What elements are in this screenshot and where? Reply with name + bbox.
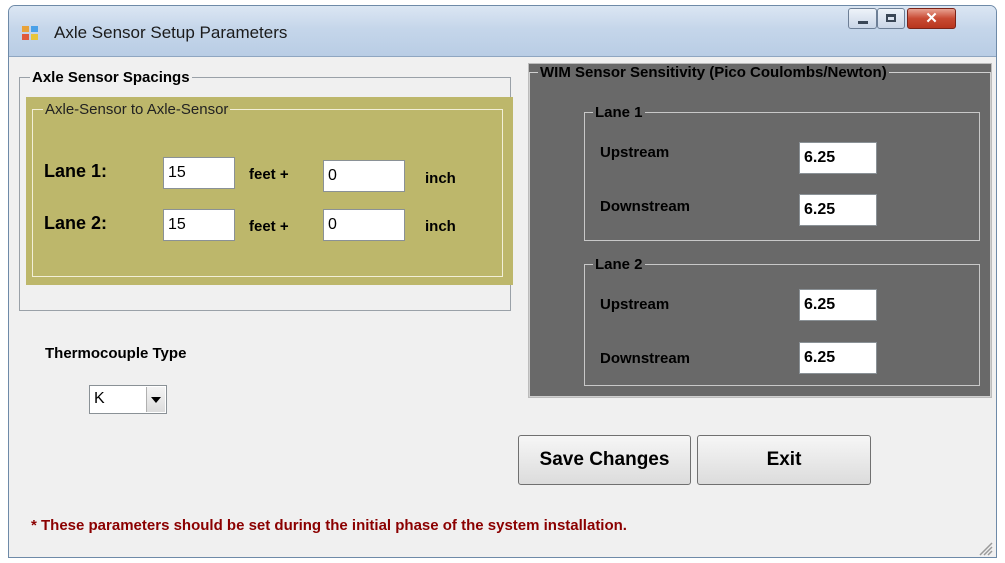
thermocouple-select[interactable]: K xyxy=(89,385,167,414)
maximize-button[interactable] xyxy=(877,8,905,29)
axle-inner-panel: Axle-Sensor to Axle-Sensor Lane 1: 15 fe… xyxy=(26,97,513,285)
lane-2-feet-input[interactable]: 15 xyxy=(163,209,235,241)
lane-1-label: Lane 1: xyxy=(44,161,108,181)
wim-panel: WIM Sensor Sensitivity (Pico Coulombs/Ne… xyxy=(528,63,992,398)
close-icon: ✕ xyxy=(925,10,938,27)
dropdown-button[interactable] xyxy=(146,387,165,412)
wim-lane-2-upstream-input[interactable]: 6.25 xyxy=(799,289,877,321)
lane-2-feet-label: feet + xyxy=(249,218,289,235)
lane-1-inch-label: inch xyxy=(425,170,456,187)
axle-to-axle-group: Axle-Sensor to Axle-Sensor xyxy=(32,101,503,277)
setup-window: Axle Sensor Setup Parameters ✕ Axle Sens… xyxy=(8,5,997,558)
minimize-button[interactable] xyxy=(848,8,877,29)
wim-lane-2-title: Lane 2 xyxy=(595,256,643,273)
lane-1-feet-label: feet + xyxy=(249,166,289,183)
lane-2-inch-input[interactable]: 0 xyxy=(323,209,405,241)
minimize-icon xyxy=(858,21,868,24)
axle-spacings-title: Axle Sensor Spacings xyxy=(32,69,190,86)
window-title: Axle Sensor Setup Parameters xyxy=(54,23,288,42)
app-icon xyxy=(22,26,40,42)
resize-grip-icon[interactable] xyxy=(977,540,993,556)
wim-lane-1-downstream-input[interactable]: 6.25 xyxy=(799,194,877,226)
wim-lane-1-downstream-label: Downstream xyxy=(600,198,691,215)
wim-lane-1-upstream-label: Upstream xyxy=(600,144,670,161)
axle-to-axle-title: Axle-Sensor to Axle-Sensor xyxy=(45,101,229,118)
client-area: Axle Sensor Spacings Axle-Sensor to Axle… xyxy=(9,57,996,557)
close-button[interactable]: ✕ xyxy=(907,8,956,29)
chevron-down-icon xyxy=(151,397,161,403)
lane-2-label: Lane 2: xyxy=(44,213,108,233)
thermocouple-value: K xyxy=(94,390,105,407)
installation-note: * These parameters should be set during … xyxy=(31,517,627,534)
wim-lane-1-title: Lane 1 xyxy=(595,104,643,121)
wim-lane-2-upstream-label: Upstream xyxy=(600,296,670,313)
lane-1-inch-input[interactable]: 0 xyxy=(323,160,405,192)
wim-lane-1-group: Lane 1 xyxy=(584,104,980,241)
wim-lane-1-upstream-input[interactable]: 6.25 xyxy=(799,142,877,174)
thermocouple-label: Thermocouple Type xyxy=(45,345,187,362)
wim-title: WIM Sensor Sensitivity (Pico Coulombs/Ne… xyxy=(540,64,887,81)
wim-lane-2-downstream-label: Downstream xyxy=(600,350,691,367)
title-bar[interactable]: Axle Sensor Setup Parameters ✕ xyxy=(9,6,996,57)
lane-2-inch-label: inch xyxy=(425,218,456,235)
wim-lane-2-downstream-input[interactable]: 6.25 xyxy=(799,342,877,374)
exit-button[interactable]: Exit xyxy=(697,435,871,485)
lane-1-feet-input[interactable]: 15 xyxy=(163,157,235,189)
maximize-icon xyxy=(886,14,896,22)
save-changes-button[interactable]: Save Changes xyxy=(518,435,691,485)
